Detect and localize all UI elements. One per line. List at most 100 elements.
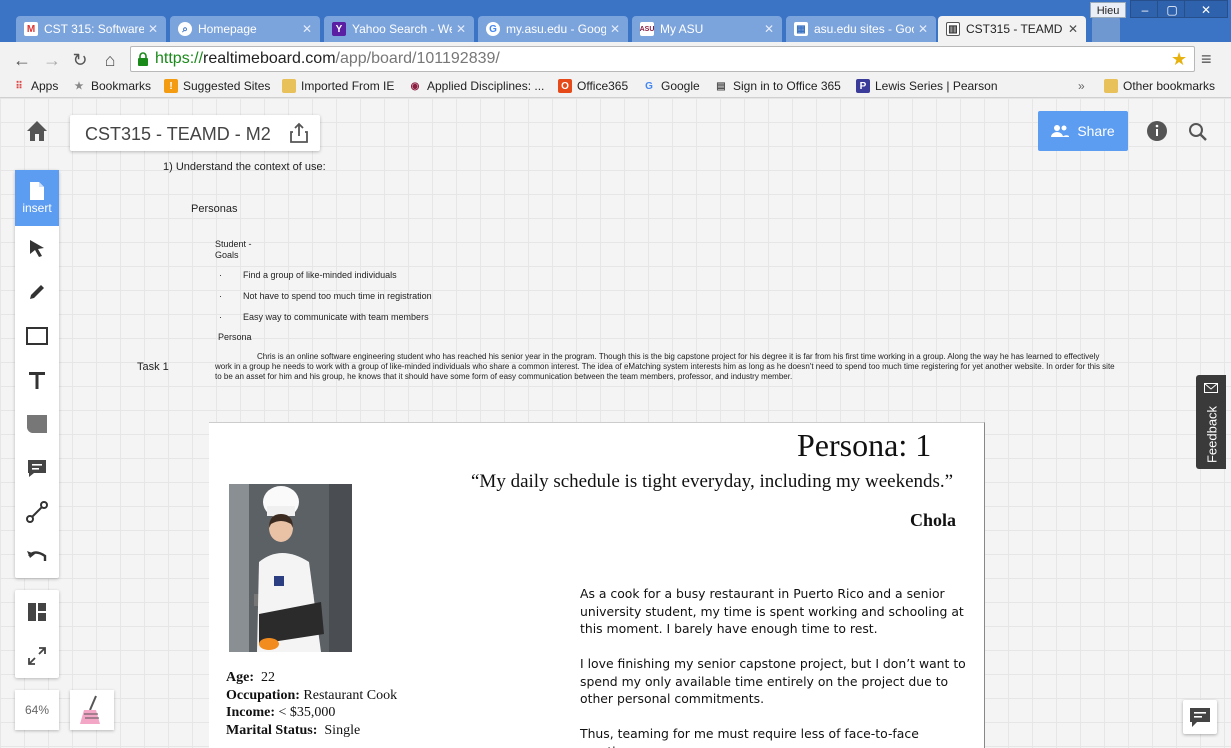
shape-tool[interactable]: [15, 314, 59, 358]
menu-icon[interactable]: ≡: [1201, 49, 1212, 70]
home-icon[interactable]: ⌂: [100, 50, 120, 70]
persona-document[interactable]: Persona: 1 “My daily schedule is tight e…: [209, 422, 985, 748]
bookmark-google[interactable]: G Google: [642, 79, 700, 93]
templates-tool[interactable]: [15, 590, 59, 634]
bookmark-sign-in-office365[interactable]: ▤ Sign in to Office 365: [714, 79, 841, 93]
board-canvas[interactable]: CST315 - TEAMD - M2 Share insert 64% 1) …: [0, 98, 1231, 748]
new-tab-button[interactable]: [1092, 16, 1120, 42]
lock-icon: [138, 52, 148, 66]
tab-homepage[interactable]: ⌕ Homepage ✕: [170, 16, 320, 42]
bookmark-applied-disciplines[interactable]: ◉ Applied Disciplines: ...: [408, 79, 545, 93]
left-toolbar: insert: [15, 170, 59, 578]
goals-label[interactable]: Goals: [215, 250, 239, 260]
persona-label[interactable]: Persona: [218, 332, 252, 342]
comment-tool[interactable]: [15, 446, 59, 490]
goal-item[interactable]: Not have to spend too much time in regis…: [243, 291, 432, 301]
share-button[interactable]: Share: [1038, 111, 1128, 151]
feedback-label: Feedback: [1204, 405, 1220, 464]
window-close-button[interactable]: ✕: [1184, 0, 1228, 18]
student-label[interactable]: Student -: [215, 239, 252, 249]
close-icon[interactable]: ✕: [610, 22, 620, 36]
search-icon: ⌕: [178, 22, 192, 36]
persona-photo: [229, 484, 352, 652]
text-tool[interactable]: [15, 358, 59, 402]
undo-icon: [27, 551, 47, 561]
bookmark-office365[interactable]: O Office365: [558, 79, 628, 93]
sticker-tool[interactable]: [15, 402, 59, 446]
fact-row: Age: 22: [226, 670, 275, 685]
pen-tool[interactable]: [15, 270, 59, 314]
search-icon[interactable]: [1187, 121, 1209, 143]
suggested-sites-icon: !: [164, 79, 178, 93]
left-toolbar-secondary: [15, 590, 59, 678]
bookmark-bookmarks[interactable]: ★ Bookmarks: [72, 79, 152, 93]
persona-paragraph: I love finishing my senior capstone proj…: [580, 656, 966, 706]
bookmark-imported-from-ie[interactable]: Imported From IE: [282, 79, 394, 93]
undo-tool[interactable]: [15, 534, 59, 578]
asu-icon: ASU: [640, 22, 654, 36]
google-icon: G: [645, 80, 653, 92]
google-icon: G: [486, 22, 500, 36]
sticky-note-icon: [27, 415, 47, 433]
close-icon[interactable]: ✕: [1068, 22, 1078, 36]
bookmark-suggested-sites[interactable]: ! Suggested Sites: [164, 79, 270, 93]
persona-title: Persona: 1: [797, 427, 932, 463]
people-icon: [1051, 125, 1070, 137]
select-tool[interactable]: [15, 226, 59, 270]
cursor-icon: [30, 240, 44, 257]
export-icon[interactable]: [287, 121, 311, 145]
personas-label[interactable]: Personas: [191, 203, 237, 215]
tab-my-asu-google[interactable]: G my.asu.edu - Goog ✕: [478, 16, 628, 42]
tab-asu-sites[interactable]: ▦ asu.edu sites - Goo ✕: [786, 16, 936, 42]
bookmarks-overflow-button[interactable]: »: [1078, 79, 1085, 93]
profile-button[interactable]: Hieu: [1090, 2, 1126, 18]
fact-row: Income: < $35,000: [226, 705, 336, 720]
bullet-icon: ·: [219, 312, 222, 322]
forward-icon[interactable]: →: [42, 50, 62, 70]
apps-grid-icon: ⠿: [15, 80, 23, 92]
insert-tool[interactable]: insert: [15, 170, 59, 226]
info-icon[interactable]: [1146, 120, 1168, 142]
persona-description[interactable]: Chris is an online software engineering …: [215, 352, 1115, 382]
maximize-button[interactable]: ▢: [1157, 0, 1187, 18]
bookmark-star-icon[interactable]: ★: [1171, 49, 1187, 70]
close-icon[interactable]: ✕: [918, 22, 928, 36]
tab-cst315-teamd[interactable]: ▥ CST315 - TEAMD - ✕: [938, 16, 1086, 42]
close-icon[interactable]: ✕: [456, 22, 466, 36]
bookmark-lewis-series[interactable]: P Lewis Series | Pearson: [856, 79, 998, 93]
board-name[interactable]: CST315 - TEAMD - M2: [85, 124, 271, 145]
folder-icon: [1104, 79, 1118, 93]
back-icon[interactable]: ←: [12, 50, 32, 70]
chat-button[interactable]: [1183, 700, 1217, 734]
connector-tool[interactable]: [15, 490, 59, 534]
pearson-icon: P: [856, 79, 870, 93]
close-icon[interactable]: ✕: [148, 22, 158, 36]
feedback-tab[interactable]: Feedback: [1196, 375, 1226, 469]
text-icon: [29, 372, 45, 389]
reload-icon[interactable]: ↻: [70, 50, 90, 70]
close-icon[interactable]: ✕: [302, 22, 312, 36]
home-icon[interactable]: [24, 118, 50, 144]
persona-facts: Age: 22 Occupation: Restaurant Cook Inco…: [226, 669, 397, 739]
layout-icon: [28, 603, 46, 621]
bookmark-other-bookmarks[interactable]: Other bookmarks: [1104, 79, 1215, 93]
tab-yahoo-search[interactable]: Y Yahoo Search - We ✕: [324, 16, 474, 42]
bookmark-apps[interactable]: ⠿ Apps: [12, 79, 58, 93]
cleanup-button[interactable]: [70, 690, 114, 730]
close-icon[interactable]: ✕: [764, 22, 774, 36]
context-heading[interactable]: 1) Understand the context of use:: [163, 161, 326, 173]
minimize-button[interactable]: –: [1130, 0, 1160, 18]
address-bar[interactable]: https://realtimeboard.com/app/board/1011…: [130, 46, 1195, 72]
goal-item[interactable]: Find a group of like-minded individuals: [243, 270, 397, 280]
tab-cst315-software[interactable]: M CST 315: Software ✕: [16, 16, 166, 42]
goal-item[interactable]: Easy way to communicate with team member…: [243, 312, 429, 322]
bookmarks-bar: ⠿ Apps ★ Bookmarks ! Suggested Sites Imp…: [0, 76, 1231, 98]
zoom-level[interactable]: 64%: [15, 690, 59, 730]
sites-icon: ▦: [794, 22, 808, 36]
fit-screen-tool[interactable]: [15, 634, 59, 678]
tab-my-asu[interactable]: ASU My ASU ✕: [632, 16, 782, 42]
task-label[interactable]: Task 1: [137, 361, 169, 373]
persona-name: Chola: [910, 510, 957, 530]
bullet-icon: ·: [219, 270, 222, 280]
chat-icon: [1190, 708, 1210, 727]
